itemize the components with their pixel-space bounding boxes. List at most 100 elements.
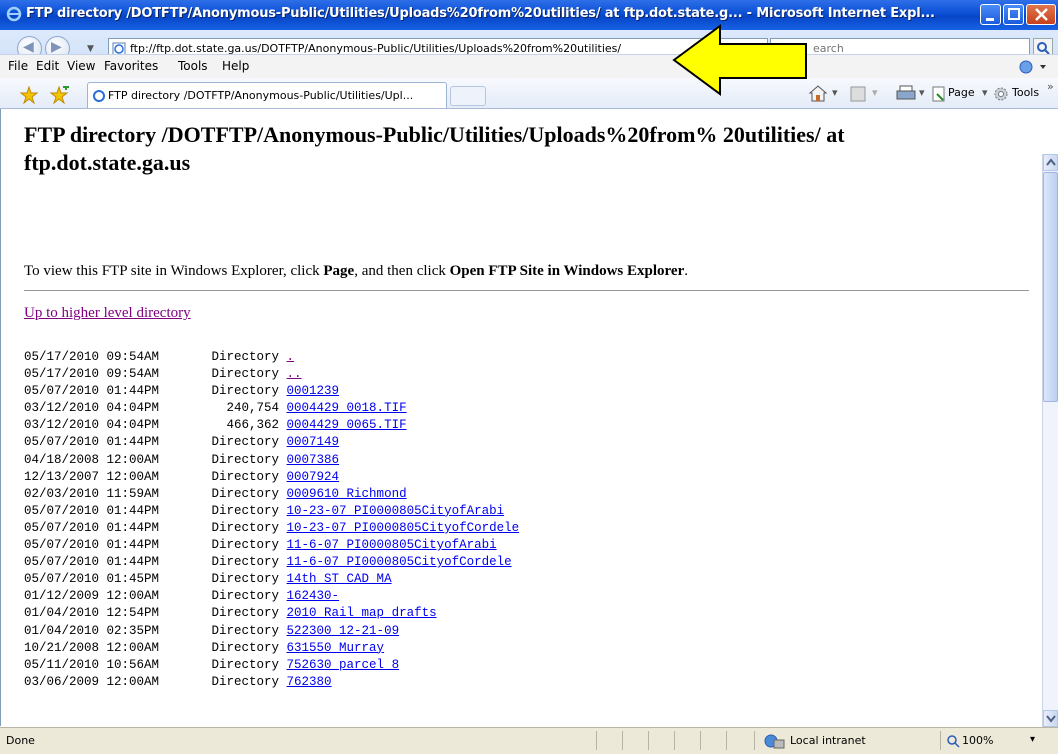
print-icon[interactable] [896,84,916,102]
status-divider [700,731,701,750]
history-dropdown-icon[interactable]: ▼ [87,44,94,54]
scroll-down-icon [1046,715,1056,723]
scroll-down-button[interactable] [1043,710,1058,727]
listing-row: 03/12/2010 04:04PM 240,754 0004429_0018.… [24,400,519,417]
minimize-button[interactable] [980,4,1001,25]
listing-meta: 04/18/2008 12:00AM Directory [24,452,287,467]
listing-meta: 05/07/2010 01:44PM Directory [24,384,287,399]
listing-link[interactable]: 11-6-07_PI0000805CityofCordele [287,555,512,569]
gear-icon [994,87,1008,101]
listing-meta: 05/07/2010 01:45PM Directory [24,572,287,587]
close-button[interactable] [1026,4,1056,25]
listing-link[interactable]: 10-23-07_PI0000805CityofCordele [287,521,520,535]
listing-meta: 03/12/2010 04:04PM 240,754 [24,401,287,416]
favorites-star-icon[interactable] [20,86,38,104]
listing-row: 05/07/2010 01:44PM Directory 11-6-07_PI0… [24,554,519,571]
tools-menu-button[interactable]: Tools [1012,86,1039,99]
listing-row: 01/04/2010 12:54PM Directory 2010 Rail m… [24,605,519,622]
menu-tools[interactable]: Tools [178,59,208,73]
listing-row: 12/13/2007 12:00AM Directory 0007924 [24,469,519,486]
listing-meta: 05/17/2010 09:54AM Directory [24,367,287,382]
instruction-prefix: To view this FTP site in Windows Explore… [24,263,324,279]
vertical-scrollbar[interactable] [1042,154,1058,727]
menu-favorites[interactable]: Favorites [104,59,158,73]
security-zone[interactable]: Local intranet [790,734,866,747]
listing-row: 05/07/2010 01:44PM Directory 11-6-07_PI0… [24,537,519,554]
listing-meta: 10/21/2008 12:00AM Directory [24,640,287,655]
listing-meta: 02/03/2010 11:59AM Directory [24,486,287,501]
forward-arrow-icon: ▶ [51,39,62,55]
listing-link[interactable]: .. [287,367,302,381]
yellow-pointer-arrow [672,24,807,96]
listing-meta: 03/06/2009 12:00AM Directory [24,674,287,689]
listing-link[interactable]: 0007149 [287,435,340,449]
zoom-dropdown-icon[interactable]: ▾ [1030,734,1035,745]
listing-meta: 12/13/2007 12:00AM Directory [24,469,287,484]
listing-meta: 05/07/2010 01:44PM Directory [24,538,287,553]
status-text: Done [6,734,35,747]
listing-link[interactable]: 11-6-07_PI0000805CityofArabi [287,538,497,552]
feeds-dropdown-icon[interactable]: ▾ [872,86,878,99]
instruction-text: To view this FTP site in Windows Explore… [24,263,688,280]
listing-link[interactable]: 0007924 [287,470,340,484]
home-dropdown-icon[interactable]: ▾ [832,86,838,99]
window-titlebar[interactable]: FTP directory /DOTFTP/Anonymous-Public/U… [0,0,1058,30]
listing-link[interactable]: 2010 Rail map drafts [287,606,437,620]
page-dropdown-icon: ▾ [982,86,988,99]
listing-link[interactable]: 0004429_0065.TIF [287,418,407,432]
listing-row: 05/07/2010 01:44PM Directory 10-23-07_PI… [24,520,519,537]
listing-link[interactable]: 762380 [287,675,332,689]
toolbar-overflow-icon[interactable]: » [1047,80,1054,93]
directory-listing: 05/17/2010 09:54AM Directory . 05/17/2010… [24,349,519,691]
listing-row: 01/12/2009 12:00AM Directory 162430- [24,588,519,605]
new-tab-button[interactable] [450,86,486,106]
listing-link[interactable]: 631550 Murray [287,641,385,655]
listing-row: 03/12/2010 04:04PM 466,362 0004429_0065.… [24,417,519,434]
listing-meta: 01/12/2009 12:00AM Directory [24,589,287,604]
listing-link[interactable]: 752630 parcel 8 [287,658,400,672]
listing-meta: 01/04/2010 02:35PM Directory [24,623,287,638]
listing-link[interactable]: 0007386 [287,453,340,467]
listing-link[interactable]: . [287,350,295,364]
listing-row: 05/17/2010 09:54AM Directory .. [24,366,519,383]
feeds-icon[interactable] [850,86,866,102]
scroll-up-icon [1046,158,1056,166]
back-arrow-icon: ◀ [23,39,34,55]
menu-help[interactable]: Help [222,59,249,73]
listing-link[interactable]: 0004429_0018.TIF [287,401,407,415]
listing-meta: 01/04/2010 12:54PM Directory [24,606,287,621]
listing-link[interactable]: 0009610 Richmond [287,487,407,501]
scroll-thumb[interactable] [1043,172,1058,402]
menu-view[interactable]: View [67,59,95,73]
listing-row: 05/11/2010 10:56AM Directory 752630 parc… [24,657,519,674]
listing-link[interactable]: 14th ST CAD MA [287,572,392,586]
up-directory-link[interactable]: Up to higher level directory [24,305,191,322]
listing-link[interactable]: 162430- [287,589,340,603]
listing-meta: 05/11/2010 10:56AM Directory [24,657,287,672]
links-globe-icon[interactable] [1018,59,1048,75]
status-bar: Done Local intranet 100% ▾ [0,727,1058,754]
listing-row: 05/07/2010 01:44PM Directory 10-23-07_PI… [24,503,519,520]
menu-edit[interactable]: Edit [36,59,59,73]
divider [24,290,1029,291]
listing-row: 05/07/2010 01:45PM Directory 14th ST CAD… [24,571,519,588]
add-favorites-icon[interactable] [50,86,70,104]
listing-row: 05/07/2010 01:44PM Directory 0007149 [24,434,519,451]
menu-file[interactable]: File [8,59,28,73]
listing-row: 05/07/2010 01:44PM Directory 0001239 [24,383,519,400]
listing-meta: 05/07/2010 01:44PM Directory [24,435,287,450]
listing-meta: 05/07/2010 01:44PM Directory [24,520,287,535]
scroll-up-button[interactable] [1043,154,1058,171]
tab-current[interactable]: FTP directory /DOTFTP/Anonymous-Public/U… [87,82,447,108]
listing-link[interactable]: 522300 12-21-09 [287,624,400,638]
listing-link[interactable]: 0001239 [287,384,340,398]
print-dropdown-icon[interactable]: ▾ [919,86,925,99]
listing-link[interactable]: 10-23-07_PI0000805CityofArabi [287,504,505,518]
listing-row: 04/18/2008 12:00AM Directory 0007386 [24,452,519,469]
status-divider [940,731,941,750]
maximize-button[interactable] [1003,4,1024,25]
home-icon[interactable] [808,84,828,102]
page-menu-button[interactable]: Page [948,86,975,99]
instruction-middle: , and then click [354,263,450,279]
zoom-level[interactable]: 100% [962,734,993,747]
